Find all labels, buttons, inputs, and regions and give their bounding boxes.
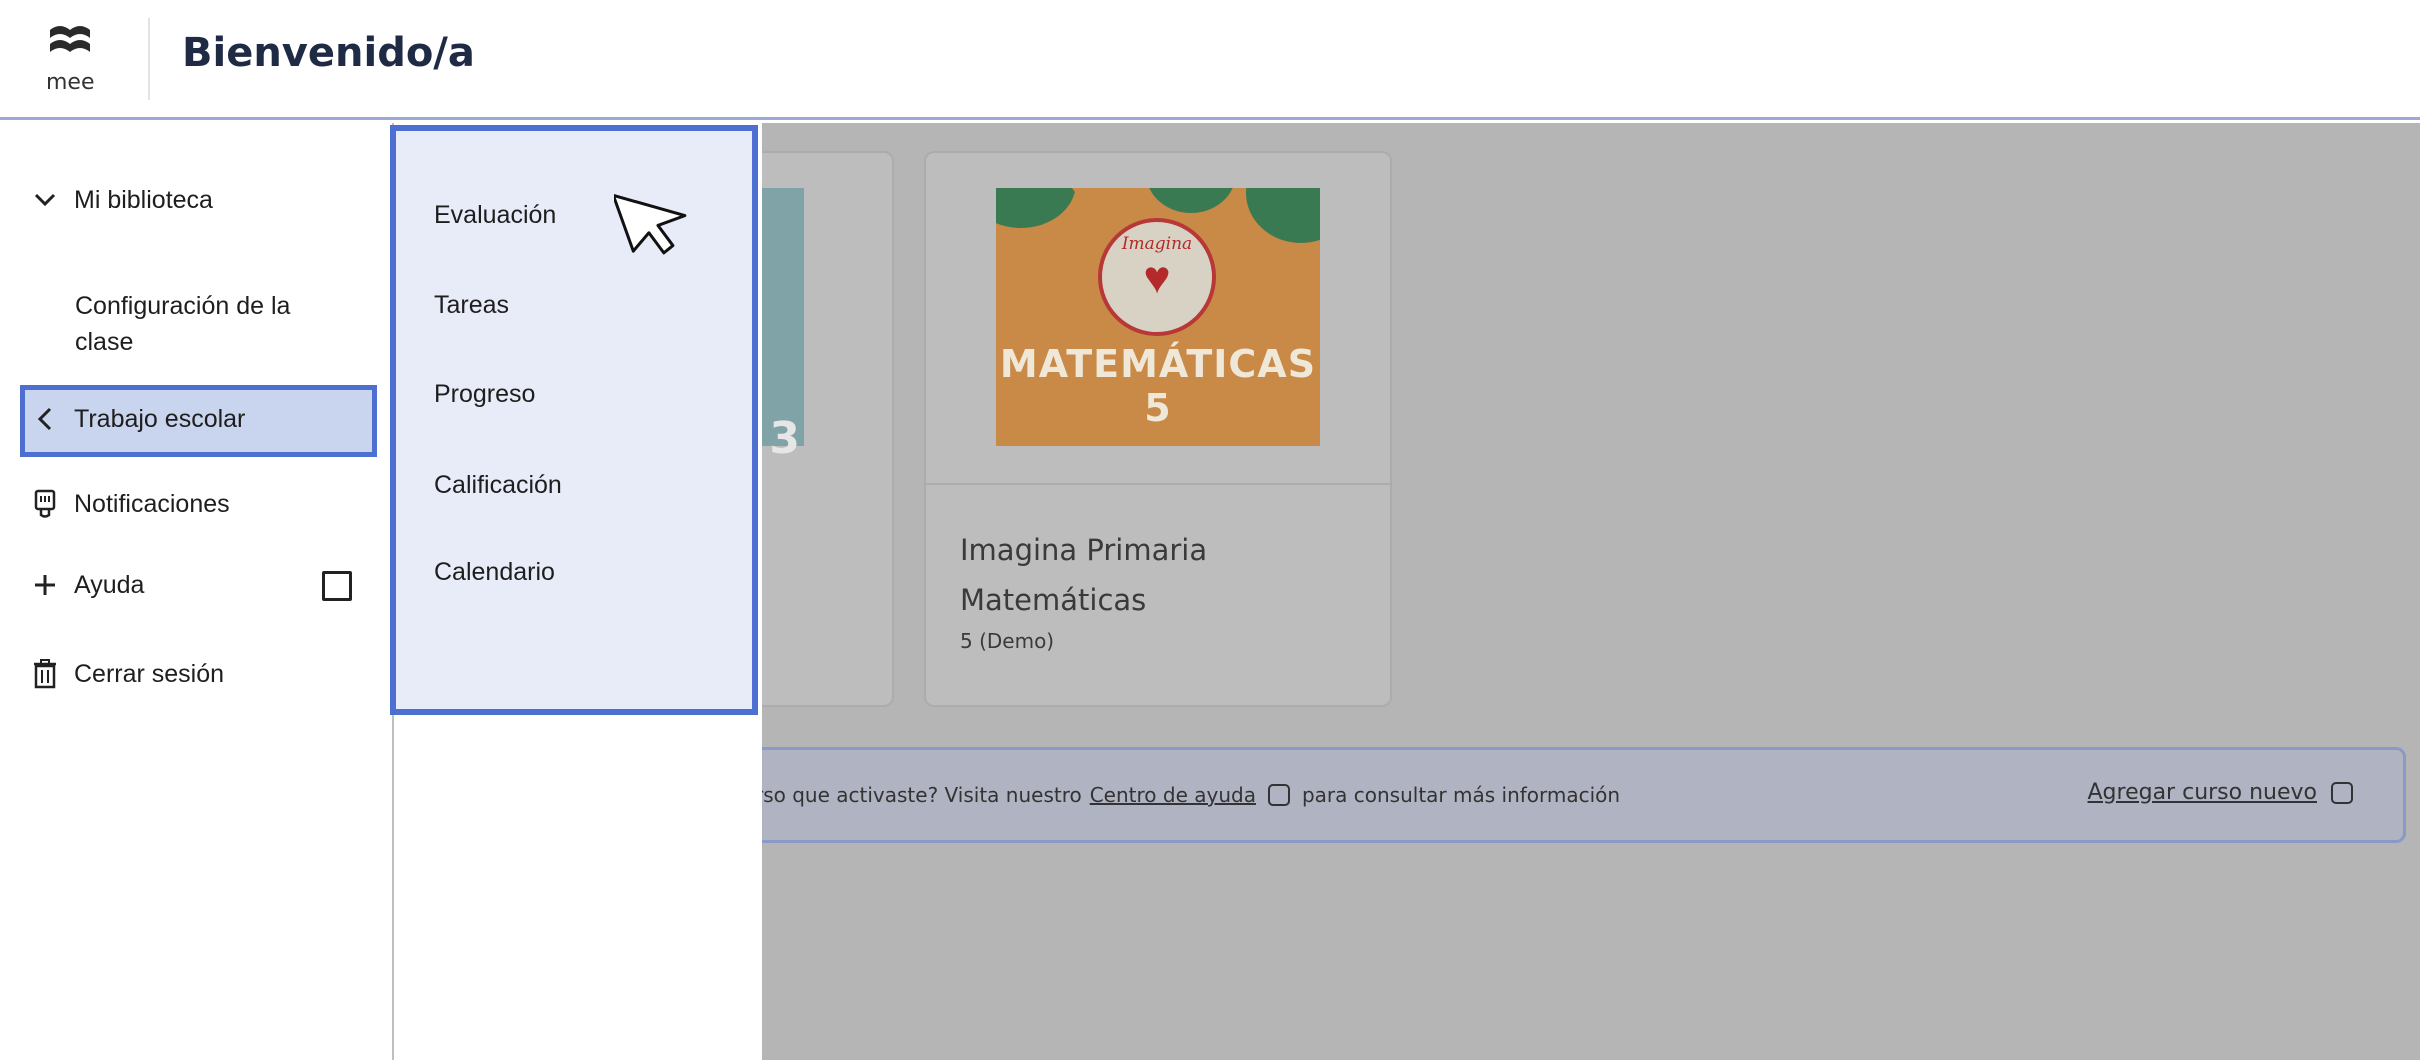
logo-waves-icon	[50, 26, 90, 52]
cover-title: MATEMÁTICAS 5	[999, 342, 1317, 430]
trash-icon	[30, 659, 60, 689]
external-link-icon[interactable]	[1267, 784, 1290, 806]
page-title: Bienvenido/a	[182, 30, 475, 76]
add-course-link[interactable]: Agregar curso nuevo	[2088, 780, 2353, 805]
header-divider	[148, 18, 150, 100]
help-center-link[interactable]: Centro de ayuda	[1090, 783, 1256, 807]
cover-badge: Imagina ♥	[1098, 218, 1216, 336]
sidebar: Mi biblioteca Configuración de la clase …	[0, 123, 392, 1060]
sidebar-item-label: Ayuda	[74, 570, 145, 599]
submenu-item-calificacion[interactable]: Calificación	[434, 471, 562, 500]
sidebar-item-ayuda[interactable]: Ayuda	[30, 570, 144, 600]
main-content-overlay: 3 Imagina ♥ MATEMÁTICAS 5 Imagina Primar…	[752, 123, 2420, 1060]
course-card[interactable]: Imagina ♥ MATEMÁTICAS 5 Imagina Primaria…	[924, 151, 1392, 707]
sidebar-item-label: Notificaciones	[74, 489, 230, 518]
course-cover: Imagina ♥ MATEMÁTICAS 5	[996, 188, 1320, 446]
cover-number: 3	[769, 413, 800, 464]
bell-icon	[30, 489, 60, 519]
submenu-item-calendario[interactable]: Calendario	[434, 558, 555, 587]
course-name: Imagina Primaria Matemáticas	[960, 533, 1208, 617]
submenu-item-tareas[interactable]: Tareas	[434, 291, 509, 320]
sidebar-item-cerrar-sesion[interactable]: Cerrar sesión	[30, 659, 224, 689]
chevron-left-icon	[30, 404, 60, 434]
external-link-icon[interactable]	[322, 571, 352, 601]
sidebar-item-label: Cerrar sesión	[74, 659, 225, 688]
submenu-item-progreso[interactable]: Progreso	[434, 380, 535, 409]
mee-logo[interactable]: mee	[38, 18, 128, 102]
help-info-bar: rso que activaste? Visita nuestro Centro…	[752, 747, 2406, 843]
chevron-down-icon	[30, 185, 60, 215]
heart-icon: ♥	[1143, 251, 1171, 303]
submenu-item-evaluacion[interactable]: Evaluación	[434, 201, 556, 230]
trabajo-escolar-submenu: Evaluación Tareas Progreso Calificación …	[390, 125, 758, 715]
help-info-text: rso que activaste? Visita nuestro Centro…	[755, 783, 1621, 807]
sidebar-item-mi-biblioteca[interactable]: Mi biblioteca	[30, 185, 213, 215]
sidebar-item-configuracion[interactable]: Configuración de la clase	[75, 288, 325, 360]
top-header: mee Bienvenido/a	[0, 0, 2420, 120]
logo-text: mee	[46, 70, 95, 95]
sidebar-item-trabajo-escolar[interactable]: Trabajo escolar	[30, 404, 245, 434]
plus-icon	[30, 570, 60, 600]
sidebar-item-label: Trabajo escolar	[74, 404, 246, 433]
sidebar-item-notificaciones[interactable]: Notificaciones	[30, 489, 230, 519]
sidebar-item-label: Configuración de la clase	[75, 292, 291, 356]
course-level: 5 (Demo)	[960, 629, 1055, 653]
sidebar-item-label: Mi biblioteca	[74, 185, 213, 214]
mouse-cursor-icon	[614, 193, 687, 255]
cover-badge-text: Imagina	[1121, 234, 1193, 254]
external-link-icon[interactable]	[2331, 781, 2353, 804]
course-card[interactable]: 3	[752, 151, 894, 707]
